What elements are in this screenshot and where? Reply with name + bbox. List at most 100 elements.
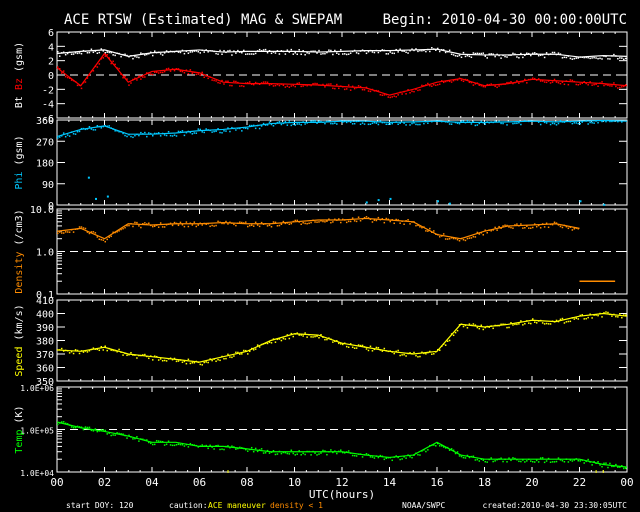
data-point (108, 236, 110, 238)
data-point (153, 443, 156, 446)
y-tick-label: 360 (36, 364, 54, 375)
data-point (577, 459, 580, 462)
data-point (355, 86, 358, 89)
data-point (252, 83, 255, 86)
data-point (284, 451, 287, 454)
data-point (518, 82, 520, 84)
data-point (217, 128, 219, 130)
data-point (494, 120, 496, 123)
data-point (407, 352, 409, 355)
data-point (603, 462, 605, 465)
data-point (543, 461, 546, 464)
data-point (235, 80, 237, 83)
data-point (254, 52, 257, 55)
data-point (68, 424, 71, 426)
data-point (140, 226, 142, 229)
data-point (314, 221, 316, 223)
data-point (464, 324, 467, 327)
data-point (254, 348, 257, 350)
data-point (288, 51, 291, 53)
data-point (338, 53, 340, 55)
data-point (203, 51, 205, 53)
data-point (470, 324, 473, 327)
data-point (288, 223, 291, 226)
data-point (577, 57, 580, 59)
data-point (181, 130, 184, 132)
data-point (557, 224, 560, 226)
data-point (332, 53, 334, 56)
data-point (302, 222, 304, 224)
data-point (175, 50, 178, 53)
data-point (476, 326, 479, 329)
data-point (185, 69, 188, 71)
data-point (411, 221, 413, 223)
data-point (387, 96, 390, 98)
data-point (187, 358, 190, 361)
data-point (549, 53, 552, 55)
data-point (324, 122, 326, 125)
data-point (179, 51, 182, 54)
data-point (427, 351, 429, 354)
y-tick-label: 380 (36, 337, 54, 348)
data-point (587, 123, 589, 125)
data-point (621, 121, 623, 123)
data-point (438, 83, 441, 85)
data-point (345, 53, 348, 56)
data-point (377, 456, 380, 459)
data-point (492, 84, 494, 86)
data-point (613, 53, 615, 56)
data-point (157, 72, 160, 74)
data-point (349, 220, 352, 223)
data-point (239, 51, 241, 53)
data-point (179, 130, 182, 133)
data-point (247, 82, 249, 84)
data-point (82, 428, 85, 431)
data-point (427, 82, 429, 85)
data-point (66, 76, 69, 79)
data-point (371, 51, 374, 53)
data-point (476, 82, 479, 84)
series-bt (56, 47, 628, 61)
data-point (57, 66, 59, 68)
data-point (353, 49, 356, 52)
data-point (197, 361, 200, 363)
data-point (512, 457, 514, 459)
data-point (294, 219, 296, 222)
data-point (621, 86, 623, 88)
data-point (221, 53, 223, 55)
data-point (567, 55, 570, 57)
data-point (565, 80, 568, 82)
data-point (84, 350, 87, 352)
data-point (377, 123, 380, 126)
data-point (243, 447, 245, 450)
data-point (365, 86, 368, 89)
data-point (355, 52, 358, 54)
data-point (340, 449, 342, 451)
data-point (247, 127, 249, 130)
data-point (80, 52, 83, 55)
data-point (72, 133, 75, 135)
caution-density: density < 1 (270, 501, 323, 510)
data-point (460, 455, 463, 458)
data-point (193, 132, 196, 134)
data-point (300, 223, 302, 226)
data-point (270, 225, 273, 228)
data-point (124, 352, 126, 355)
data-point (385, 53, 388, 55)
data-point (518, 121, 520, 124)
data-point (155, 132, 158, 135)
data-point (609, 120, 611, 123)
data-point (575, 83, 578, 86)
data-point (152, 73, 154, 76)
data-point (136, 221, 138, 224)
data-point (163, 359, 166, 362)
data-point (593, 461, 595, 463)
data-point (322, 220, 324, 223)
y-axis-label-unit: (gsm) (14, 135, 25, 171)
data-point (468, 237, 471, 239)
data-point (490, 83, 492, 85)
data-point (201, 224, 203, 226)
data-point (193, 71, 196, 73)
data-point (468, 456, 471, 459)
data-point (72, 352, 75, 355)
